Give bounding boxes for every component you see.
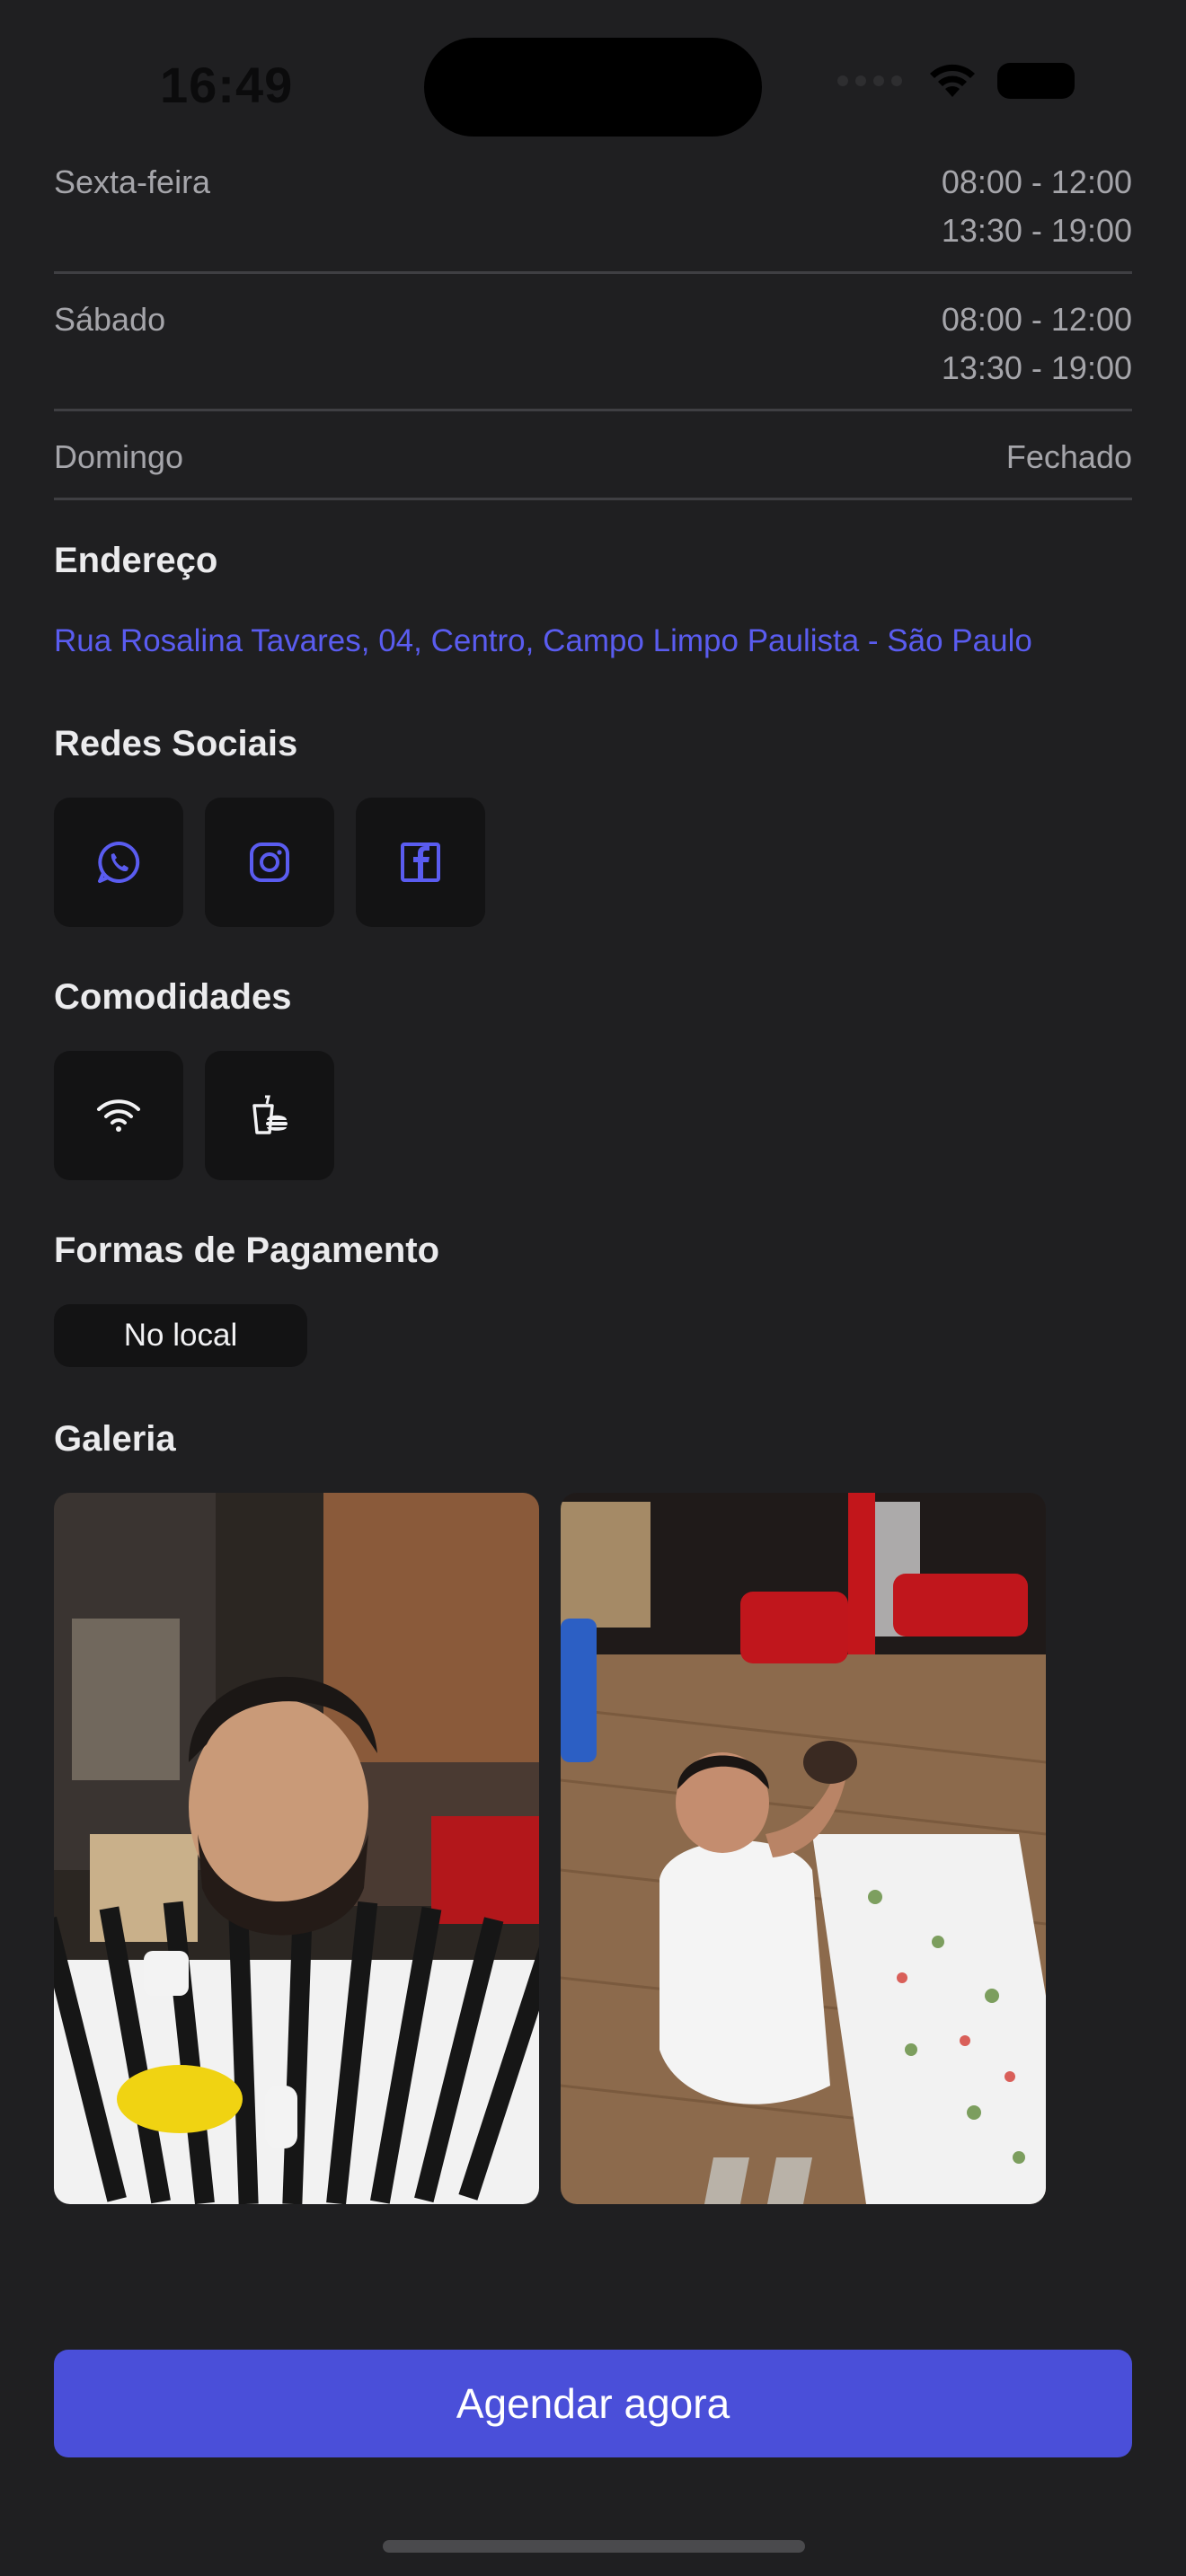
wifi-icon bbox=[97, 1099, 140, 1132]
day-label: Domingo bbox=[54, 438, 184, 475]
time-ranges: Fechado bbox=[1006, 433, 1132, 481]
time-range: 08:00 - 12:00 bbox=[941, 163, 1132, 200]
cellular-signal-icon bbox=[837, 75, 902, 86]
facebook-button[interactable] bbox=[356, 798, 485, 927]
amenities-title: Comodidades bbox=[54, 977, 292, 1017]
battery-icon bbox=[997, 63, 1075, 99]
wifi-status-icon bbox=[930, 64, 975, 97]
time-range: 13:30 - 19:00 bbox=[941, 349, 1132, 386]
amenity-food-drink bbox=[205, 1051, 334, 1180]
time-ranges: 08:00 - 12:00 13:30 - 19:00 bbox=[942, 296, 1132, 393]
status-time: 16:49 bbox=[160, 57, 294, 113]
status-bar: 16:49 bbox=[0, 0, 1186, 153]
whatsapp-icon bbox=[98, 841, 140, 883]
time-range: 13:30 - 19:00 bbox=[941, 212, 1132, 249]
instagram-icon bbox=[250, 842, 289, 882]
time-ranges: 08:00 - 12:00 13:30 - 19:00 bbox=[942, 158, 1132, 255]
status-icons bbox=[837, 61, 1075, 101]
opening-hours-list: Sexta-feira 08:00 - 12:00 13:30 - 19:00 … bbox=[54, 153, 1132, 500]
barber-working-photo bbox=[561, 1493, 1046, 2204]
food-drink-icon bbox=[252, 1095, 288, 1134]
dynamic-island bbox=[424, 38, 762, 137]
day-label: Sábado bbox=[54, 301, 166, 338]
gallery-photo-2[interactable] bbox=[561, 1493, 1046, 2204]
amenity-wifi bbox=[54, 1051, 183, 1180]
instagram-button[interactable] bbox=[205, 798, 334, 927]
book-now-button[interactable]: Agendar agora bbox=[54, 2350, 1132, 2457]
payment-option-chip: No local bbox=[54, 1304, 307, 1367]
hours-row-sunday: Domingo Fechado bbox=[54, 411, 1132, 500]
barber-client-photo bbox=[54, 1493, 539, 2204]
gallery-photo-1[interactable] bbox=[54, 1493, 539, 2204]
whatsapp-button[interactable] bbox=[54, 798, 183, 927]
hours-row-friday: Sexta-feira 08:00 - 12:00 13:30 - 19:00 bbox=[54, 153, 1132, 274]
closed-label: Fechado bbox=[1005, 438, 1132, 475]
gallery-title: Galeria bbox=[54, 1419, 176, 1459]
day-label: Sexta-feira bbox=[54, 163, 211, 200]
hours-row-saturday: Sábado 08:00 - 12:00 13:30 - 19:00 bbox=[54, 274, 1132, 411]
screen: 16:49 Sexta-feira 08:00 - 12:00 13:30 - … bbox=[0, 0, 1186, 2576]
address-link[interactable]: Rua Rosalina Tavares, 04, Centro, Campo … bbox=[54, 623, 1032, 659]
social-title: Redes Sociais bbox=[54, 724, 298, 763]
home-indicator[interactable] bbox=[383, 2540, 805, 2553]
address-title: Endereço bbox=[54, 541, 218, 580]
time-range: 08:00 - 12:00 bbox=[941, 301, 1132, 338]
facebook-icon bbox=[401, 842, 440, 882]
payment-title: Formas de Pagamento bbox=[54, 1231, 440, 1270]
